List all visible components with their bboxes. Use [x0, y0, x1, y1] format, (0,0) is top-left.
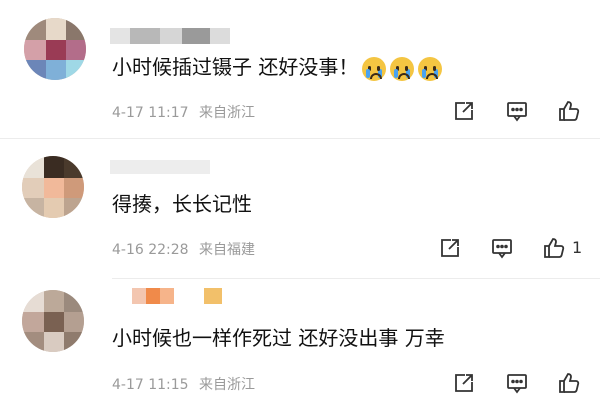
comment-item: 小时候插过镊子 还好没事！ 4-17 11:17 来自浙江 — [0, 0, 600, 140]
share-icon[interactable] — [451, 98, 477, 124]
thumbs-up-icon[interactable] — [556, 98, 582, 124]
avatar[interactable] — [22, 290, 84, 352]
divider — [0, 138, 600, 139]
comment-location: 来自浙江 — [199, 105, 256, 121]
comment-time: 4-17 11:17 — [112, 105, 189, 121]
comment-location: 来自浙江 — [199, 377, 256, 393]
thumbs-up-icon[interactable] — [541, 235, 567, 261]
username[interactable] — [110, 160, 210, 174]
avatar[interactable] — [22, 156, 84, 218]
crying-face-emoji — [418, 56, 443, 81]
crying-face-emoji — [362, 56, 387, 81]
like-count: 1 — [572, 238, 583, 257]
comment-icon[interactable] — [489, 235, 515, 261]
username[interactable] — [132, 288, 224, 304]
comment-meta: 4-17 11:17 来自浙江 — [112, 102, 255, 122]
avatar[interactable] — [24, 18, 86, 80]
comment-time: 4-17 11:15 — [112, 377, 189, 393]
username[interactable] — [110, 28, 230, 44]
comment-meta: 4-16 22:28 来自福建 — [112, 239, 255, 259]
comment-text: 得揍，长长记性 — [112, 192, 252, 216]
comment-item: 得揍，长长记性 4-16 22:28 来自福建 1 — [0, 140, 600, 279]
comment-text: 小时候也一样作死过 还好没出事 万幸 — [112, 326, 445, 350]
comment-icon[interactable] — [504, 370, 530, 396]
crying-face-emoji — [390, 56, 415, 81]
comment-meta: 4-17 11:15 来自浙江 — [112, 374, 255, 394]
thumbs-up-icon[interactable] — [556, 370, 582, 396]
comment-item: 小时候也一样作死过 还好没出事 万幸 4-17 11:15 来自浙江 — [0, 278, 600, 400]
comment-icon[interactable] — [504, 98, 530, 124]
comment-time: 4-16 22:28 — [112, 242, 189, 258]
share-icon[interactable] — [437, 235, 463, 261]
comment-location: 来自福建 — [199, 242, 256, 258]
comment-text: 小时候插过镊子 还好没事！ — [112, 55, 443, 81]
share-icon[interactable] — [451, 370, 477, 396]
